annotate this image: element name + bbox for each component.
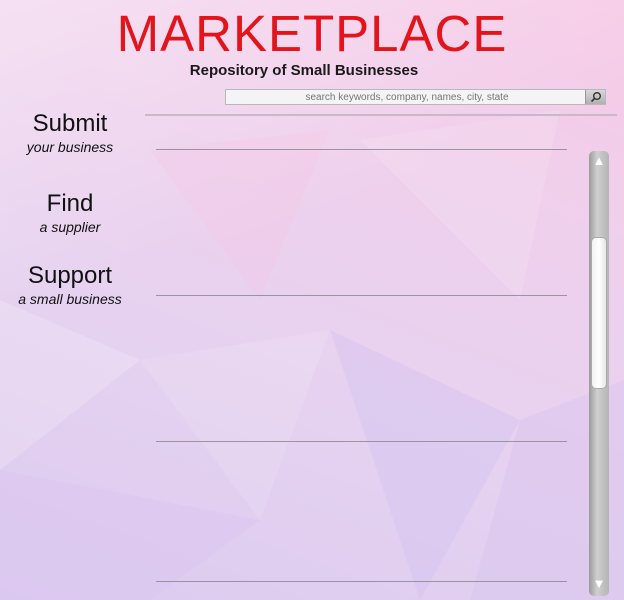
nav-submit[interactable]: Submit your business: [0, 110, 140, 156]
nav-submit-subtitle: your business: [26, 139, 114, 155]
search-icon: [590, 92, 601, 103]
nav-support-title[interactable]: Support: [0, 262, 140, 290]
list-divider: [156, 295, 567, 296]
nav-support-subtitle: a small business: [18, 291, 122, 307]
scrollbar[interactable]: ▲ ▼: [589, 151, 609, 596]
nav-support[interactable]: Support a small business: [0, 262, 140, 308]
header-divider: [145, 114, 617, 116]
nav-find[interactable]: Find a supplier: [0, 190, 140, 236]
nav-submit-title[interactable]: Submit: [0, 110, 140, 138]
page-subtitle: Repository of Small Businesses: [189, 62, 419, 79]
scrollbar-thumb[interactable]: [591, 237, 607, 389]
search-input[interactable]: [226, 90, 588, 104]
up-arrow-icon[interactable]: ▲: [592, 154, 606, 168]
list-divider: [156, 441, 567, 442]
marketplace-logo[interactable]: MARKETPLACE: [0, 6, 624, 62]
down-arrow-icon[interactable]: ▼: [592, 577, 606, 591]
list-divider: [156, 581, 567, 582]
nav-find-subtitle: a supplier: [39, 219, 101, 235]
search-bar: [225, 89, 606, 105]
search-button[interactable]: [585, 90, 605, 104]
list-divider: [156, 149, 567, 150]
nav-find-title[interactable]: Find: [0, 190, 140, 218]
